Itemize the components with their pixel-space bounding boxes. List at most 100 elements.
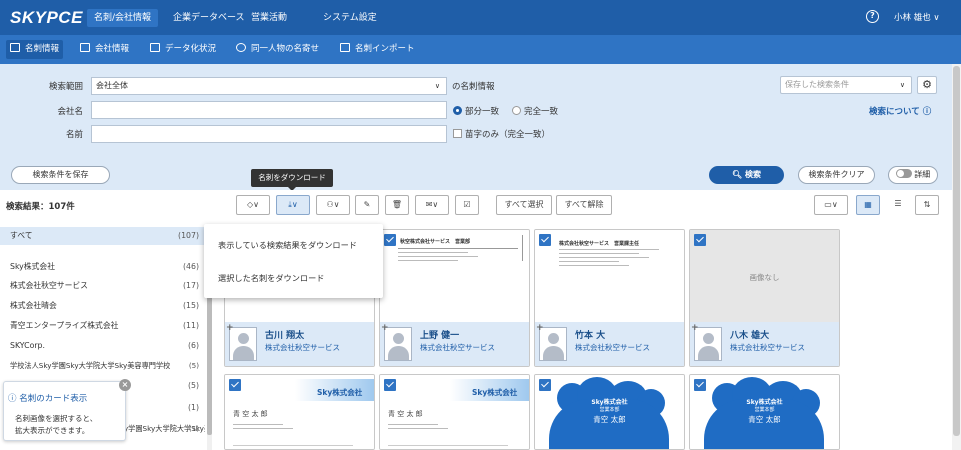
save-condition-button[interactable]: 検索条件を保存 — [11, 166, 110, 184]
gear-icon[interactable]: ⚙ — [917, 76, 937, 94]
check-edit-button[interactable]: ☑ — [455, 195, 479, 215]
business-card[interactable]: Sky株式会社 青 空 太 郎 — [379, 374, 530, 450]
card-size-select[interactable]: ▭∨ — [814, 195, 848, 215]
subnav-digitize-status[interactable]: データ化状況 — [146, 40, 220, 59]
app-logo: SKYPCE — [10, 8, 83, 27]
range-label: 検索範囲 — [48, 82, 83, 92]
surname-only-checkbox[interactable]: 苗字のみ（完全一致） — [453, 128, 550, 140]
close-icon[interactable]: × — [119, 379, 131, 391]
share-button[interactable]: ⚇∨ — [316, 195, 350, 215]
download-button[interactable]: ⤓∨ — [276, 195, 310, 215]
download-tooltip: 名刺をダウンロード — [251, 169, 333, 187]
business-card[interactable]: Sky株式会社 営業本部 青空 太郎 — [534, 374, 685, 450]
info-popup-title: ⓘ 名刺のカード表示 — [8, 394, 88, 404]
business-card[interactable]: Sky株式会社 青 空 太 郎 — [224, 374, 375, 450]
sub-navbar: 名刺情報 会社情報 データ化状況 同一人物の名寄せ 名刺インポート — [0, 35, 961, 64]
card-checkbox[interactable] — [694, 379, 706, 391]
card-person-name: 古川 翔太 — [265, 331, 305, 341]
business-card[interactable]: 画像なし + 八木 雄大 株式会社秋空サービス — [689, 229, 840, 367]
range-select[interactable]: 会社全体 ∨ — [91, 77, 447, 95]
topnav-sales[interactable]: 営業活動 — [244, 9, 294, 27]
about-search-link[interactable]: 検索について ⓘ — [869, 105, 931, 117]
name-label: 名前 — [65, 130, 83, 140]
info-popup: ⓘ 名刺のカード表示 名刺画像を選択すると、 拡大表示ができます。 × — [3, 379, 131, 441]
card-view-button[interactable]: ▦ — [856, 195, 880, 215]
card-image[interactable]: 画像なし — [690, 230, 839, 322]
help-icon[interactable]: ? — [866, 10, 879, 23]
card-company-name: 株式会社秋空サービス — [265, 343, 340, 352]
top-navbar: SKYPCE 名刺/会社情報 企業データベース 営業活動 システム設定 ? 小林… — [0, 0, 961, 35]
delete-button[interactable]: 🗑︎ — [385, 195, 409, 215]
subnav-card-import[interactable]: 名刺インポート — [336, 40, 419, 59]
business-card[interactable]: 秋空株式会社サービス 営業部 + 上野 健一 株式会社秋空サービス — [379, 229, 530, 367]
download-selected-cards-item[interactable]: 選択した名刺をダウンロード — [218, 272, 324, 284]
card-size-icon: ▭∨ — [824, 200, 838, 209]
select-all-button[interactable]: すべて選択 — [496, 195, 552, 215]
name-input[interactable] — [91, 125, 447, 143]
sidebar-item-company[interactable]: 株式会社秋空サービス (17) — [0, 277, 205, 295]
tag-icon: ◇∨ — [246, 200, 259, 209]
checkbox-icon: ☑ — [463, 200, 471, 209]
info-popup-text: 名刺画像を選択すると、 — [15, 414, 98, 423]
share-icon: ⚇∨ — [326, 200, 340, 209]
topnav-company-db[interactable]: 企業データベース — [166, 9, 252, 27]
avatar: + — [226, 324, 257, 361]
download-icon: ⤓∨ — [288, 200, 298, 209]
building-icon — [80, 43, 90, 52]
card-image[interactable]: 株式会社秋空サービス 営業課主任 — [535, 230, 684, 322]
saved-condition-select[interactable]: 保存した検索条件 ∨ — [780, 76, 912, 94]
subnav-merge-same-person[interactable]: 同一人物の名寄せ — [232, 40, 323, 59]
business-card[interactable]: Sky株式会社 営業本部 青空 太郎 — [689, 374, 840, 450]
match-partial-radio[interactable]: 部分一致 — [453, 105, 499, 117]
list-icon: ☰ — [894, 199, 902, 208]
sidebar-item-company[interactable]: 青空エンタープライズ株式会社 (11) — [0, 317, 205, 335]
avatar: + — [536, 324, 567, 361]
subnav-card-info[interactable]: 名刺情報 — [6, 40, 64, 59]
topnav-card-company[interactable]: 名刺/会社情報 — [87, 9, 159, 27]
card-image[interactable]: Sky株式会社 青 空 太 郎 — [380, 375, 529, 449]
topnav-system-settings[interactable]: システム設定 — [316, 9, 384, 27]
card-checkbox[interactable] — [384, 234, 396, 246]
grid-icon: ▦ — [864, 200, 872, 209]
card-checkbox[interactable] — [229, 379, 241, 391]
card-image[interactable]: 秋空株式会社サービス 営業部 — [380, 230, 529, 322]
user-menu[interactable]: 小林 雄也 ∨ — [894, 11, 940, 23]
card-image[interactable]: Sky株式会社 青 空 太 郎 — [225, 375, 374, 449]
sidebar-item-company[interactable]: 株式会社晴会 (15) — [0, 297, 205, 315]
info-icon: ⓘ — [8, 394, 20, 404]
company-input[interactable] — [91, 101, 447, 119]
list-view-button[interactable]: ☰ — [886, 195, 910, 215]
search-button[interactable]: 🔍︎ 検索 — [709, 166, 784, 184]
detail-toggle[interactable]: 詳細 — [888, 166, 938, 184]
sidebar-item-company[interactable]: Sky株式会社 (46) — [0, 258, 205, 276]
mail-icon: ✉∨ — [425, 200, 439, 209]
download-displayed-results-item[interactable]: 表示している検索結果をダウンロード — [218, 239, 357, 251]
clear-condition-button[interactable]: 検索条件クリア — [798, 166, 875, 184]
sidebar-scrollbar-thumb[interactable] — [207, 285, 212, 435]
match-exact-radio[interactable]: 完全一致 — [512, 105, 558, 117]
sidebar-item-company[interactable]: SKYCorp. (6) — [0, 337, 205, 355]
download-menu: 表示している検索結果をダウンロード 選択した名刺をダウンロード — [204, 224, 383, 298]
search-panel: 検索範囲 会社全体 ∨ の名刺情報 会社名 部分一致 完全一致 名前 苗字のみ（… — [0, 64, 952, 190]
tag-button[interactable]: ◇∨ — [236, 195, 270, 215]
subnav-company-info[interactable]: 会社情報 — [76, 40, 133, 59]
card-checkbox[interactable] — [539, 234, 551, 246]
card-image[interactable]: Sky株式会社 営業本部 青空 太郎 — [535, 375, 684, 449]
sidebar-item-all[interactable]: すべて (107) — [0, 227, 205, 245]
card-checkbox[interactable] — [694, 234, 706, 246]
business-card[interactable]: 株式会社秋空サービス 営業課主任 + 竹本 大 株式会社秋空サービス — [534, 229, 685, 367]
card-checkbox[interactable] — [539, 379, 551, 391]
chevron-down-icon: ∨ — [434, 82, 440, 90]
deselect-all-button[interactable]: すべて解除 — [556, 195, 612, 215]
list-icon — [150, 43, 160, 52]
page-scrollbar-thumb[interactable] — [953, 66, 960, 436]
card-checkbox[interactable] — [384, 379, 396, 391]
sort-button[interactable]: ⇅ — [915, 195, 939, 215]
sidebar-item-company[interactable]: 学校法人Sky学園Sky大学院大学Sky美容専門学校 (5) — [0, 357, 205, 375]
sort-icon: ⇅ — [923, 200, 931, 209]
card-company-name: 株式会社秋空サービス — [730, 343, 805, 352]
card-person-name: 竹本 大 — [575, 331, 606, 341]
edit-button[interactable]: ✎ — [355, 195, 379, 215]
card-image[interactable]: Sky株式会社 営業本部 青空 太郎 — [690, 375, 839, 449]
mail-button[interactable]: ✉∨ — [415, 195, 449, 215]
